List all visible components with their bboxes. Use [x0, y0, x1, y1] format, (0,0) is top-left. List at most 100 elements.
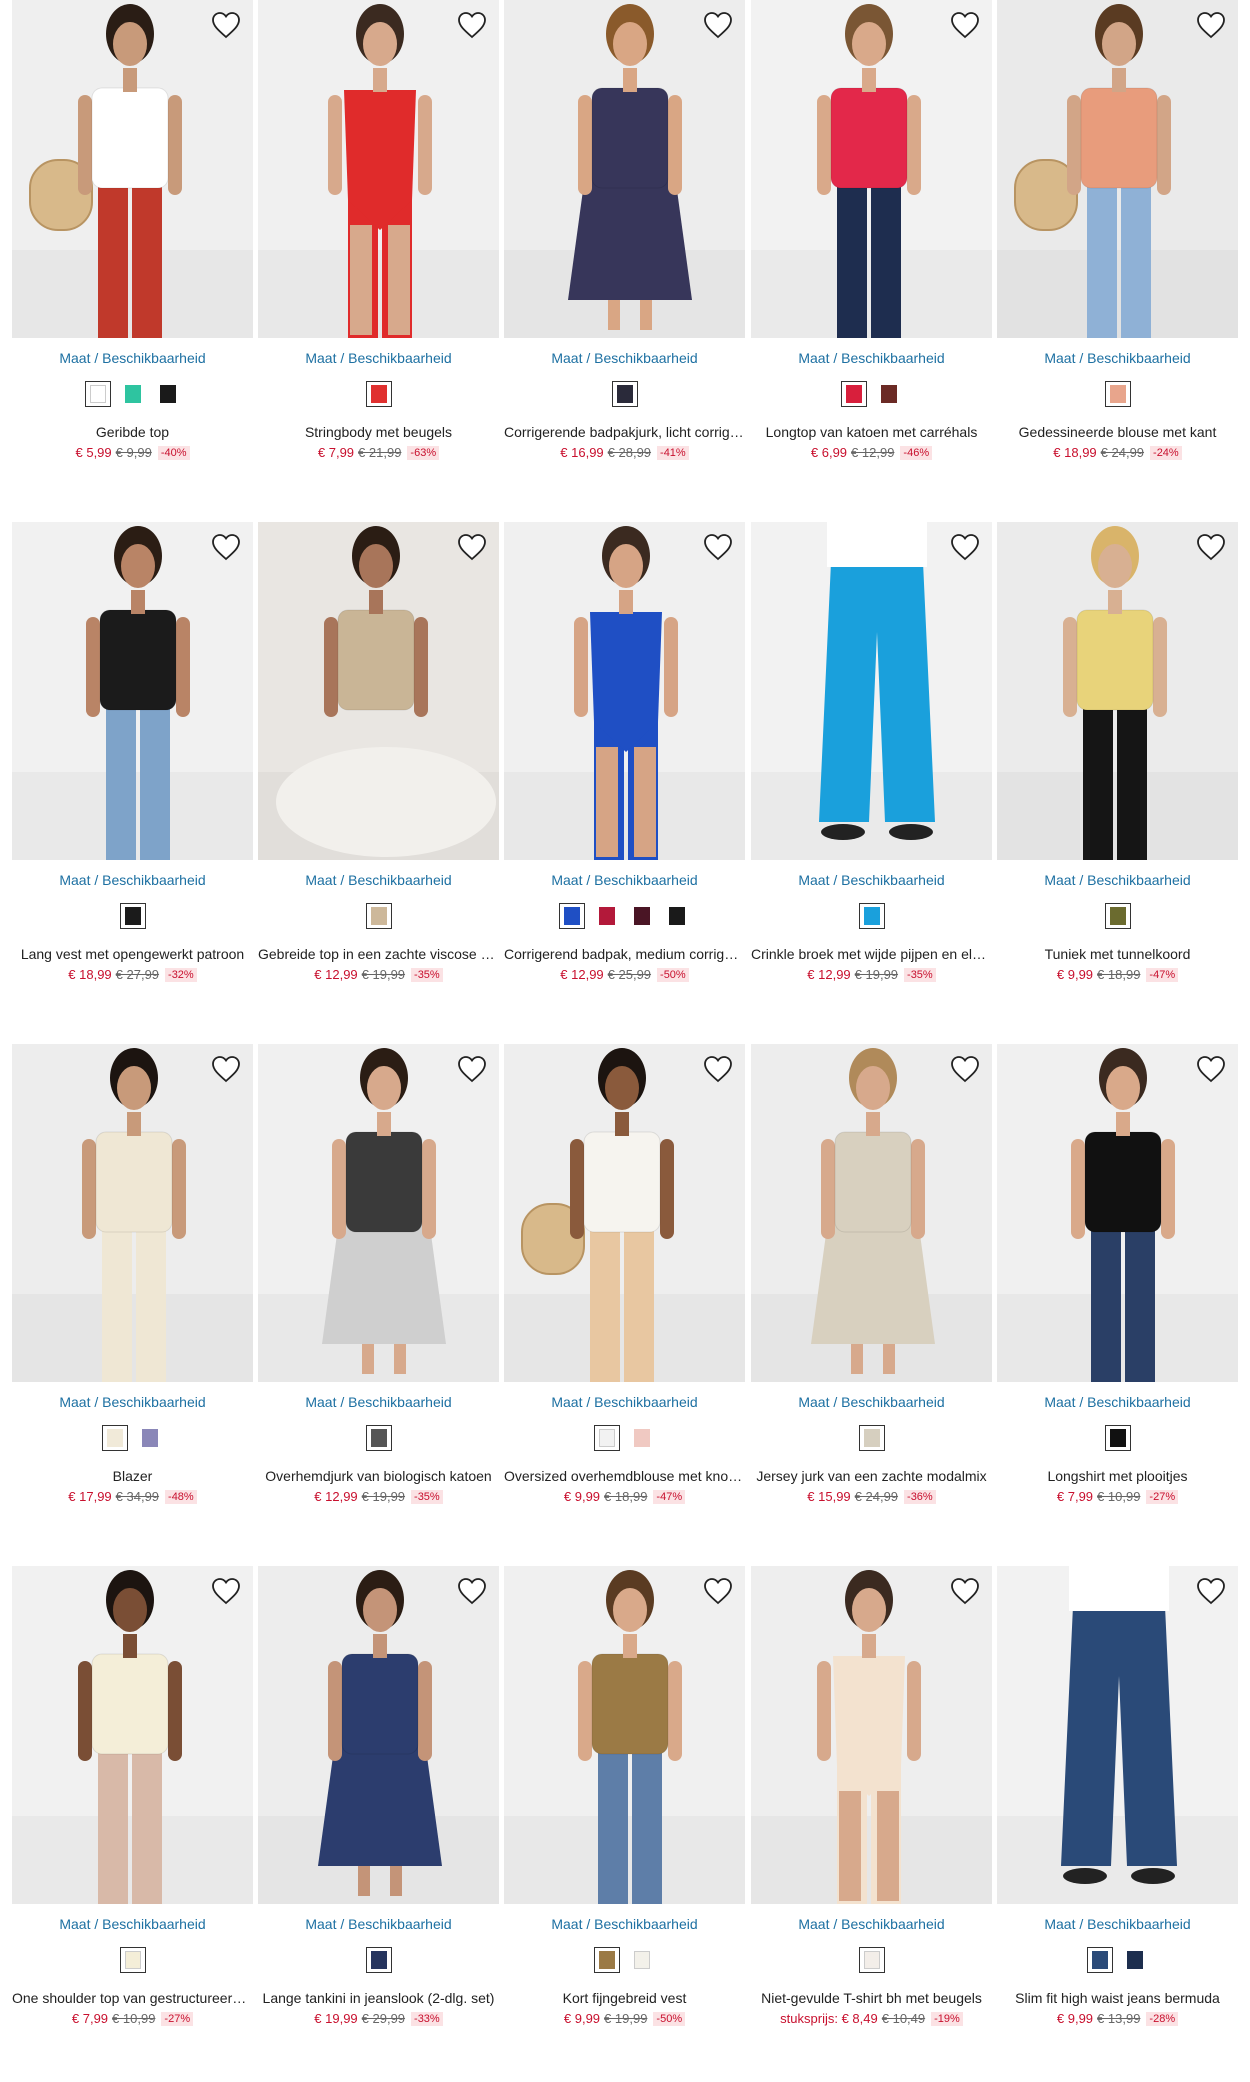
product-card[interactable]: Maat / Beschikbaarheid Gedessineerde blou… — [997, 0, 1238, 480]
product-name[interactable]: Kort fijngebreid vest — [504, 1990, 745, 2006]
color-swatch[interactable] — [664, 903, 690, 929]
product-photo[interactable] — [258, 1566, 499, 1904]
product-photo[interactable] — [751, 0, 992, 338]
product-name[interactable]: Niet-gevulde T-shirt bh met beugels — [751, 1990, 992, 2006]
size-availability-link[interactable]: Maat / Beschikbaarheid — [997, 1916, 1238, 1932]
product-image[interactable] — [12, 522, 253, 860]
heart-icon[interactable] — [949, 1576, 981, 1606]
product-photo[interactable] — [258, 1044, 499, 1382]
size-availability-link[interactable]: Maat / Beschikbaarheid — [751, 872, 992, 888]
product-photo[interactable] — [997, 1044, 1238, 1382]
size-availability-link[interactable]: Maat / Beschikbaarheid — [258, 1916, 499, 1932]
product-image[interactable] — [504, 1044, 745, 1382]
product-image[interactable] — [997, 522, 1238, 860]
color-swatch[interactable] — [365, 903, 392, 929]
product-name[interactable]: Tuniek met tunnelkoord — [997, 946, 1238, 962]
size-availability-link[interactable]: Maat / Beschikbaarheid — [12, 350, 253, 366]
size-availability-link[interactable]: Maat / Beschikbaarheid — [751, 350, 992, 366]
heart-icon[interactable] — [456, 1054, 488, 1084]
product-name[interactable]: Corrigerende badpakjurk, licht corrigere… — [504, 424, 745, 440]
product-name[interactable]: Jersey jurk van een zachte modalmix — [751, 1468, 992, 1484]
product-card[interactable]: Maat / Beschikbaarheid Kort fijngebreid v… — [504, 1566, 745, 2046]
product-name[interactable]: Crinkle broek met wijde pijpen en elasti… — [751, 946, 992, 962]
product-card[interactable]: Maat / Beschikbaarheid Niet-gevulde T-shi… — [751, 1566, 992, 2046]
heart-icon[interactable] — [210, 1576, 242, 1606]
size-availability-link[interactable]: Maat / Beschikbaarheid — [504, 1916, 745, 1932]
product-image[interactable] — [997, 0, 1238, 338]
product-card[interactable]: Maat / Beschikbaarheid Lang vest met open… — [12, 522, 253, 1002]
color-swatch[interactable] — [594, 903, 620, 929]
product-photo[interactable] — [997, 0, 1238, 338]
product-name[interactable]: One shoulder top van gestructureerde sto… — [12, 1990, 253, 2006]
product-card[interactable]: Maat / Beschikbaarheid Crinkle broek met … — [751, 522, 992, 1002]
color-swatch[interactable] — [102, 1425, 128, 1451]
heart-icon[interactable] — [1195, 1576, 1227, 1606]
color-swatch[interactable] — [559, 903, 585, 929]
product-card[interactable]: Maat / Beschikbaarheid Overhemdjurk van b… — [258, 1044, 499, 1524]
product-photo[interactable] — [12, 0, 253, 338]
product-card[interactable]: Maat / Beschikbaarheid Longtop van katoen… — [751, 0, 992, 480]
color-swatch[interactable] — [858, 1425, 885, 1451]
product-photo[interactable] — [12, 522, 253, 860]
heart-icon[interactable] — [456, 10, 488, 40]
product-card[interactable]: Maat / Beschikbaarheid Oversized overhemd… — [504, 1044, 745, 1524]
heart-icon[interactable] — [702, 1054, 734, 1084]
size-availability-link[interactable]: Maat / Beschikbaarheid — [504, 872, 745, 888]
heart-icon[interactable] — [1195, 532, 1227, 562]
product-name[interactable]: Lang vest met opengewerkt patroon — [12, 946, 253, 962]
size-availability-link[interactable]: Maat / Beschikbaarheid — [751, 1916, 992, 1932]
color-swatch[interactable] — [365, 1425, 392, 1451]
color-swatch[interactable] — [365, 381, 392, 407]
heart-icon[interactable] — [949, 10, 981, 40]
product-name[interactable]: Longshirt met plooitjes — [997, 1468, 1238, 1484]
product-name[interactable]: Overhemdjurk van biologisch katoen — [258, 1468, 499, 1484]
product-card[interactable]: Maat / Beschikbaarheid Jersey jurk van ee… — [751, 1044, 992, 1524]
heart-icon[interactable] — [1195, 10, 1227, 40]
heart-icon[interactable] — [210, 532, 242, 562]
product-name[interactable]: Blazer — [12, 1468, 253, 1484]
size-availability-link[interactable]: Maat / Beschikbaarheid — [997, 872, 1238, 888]
product-image[interactable] — [997, 1044, 1238, 1382]
size-availability-link[interactable]: Maat / Beschikbaarheid — [12, 1394, 253, 1410]
product-card[interactable]: Maat / Beschikbaarheid Corrigerende badpa… — [504, 0, 745, 480]
heart-icon[interactable] — [702, 10, 734, 40]
color-swatch[interactable] — [1122, 1947, 1148, 1973]
product-photo[interactable] — [12, 1566, 253, 1904]
product-name[interactable]: Oversized overhemdblouse met knoopsluiti… — [504, 1468, 745, 1484]
product-name[interactable]: Stringbody met beugels — [258, 424, 499, 440]
color-swatch[interactable] — [119, 1947, 146, 1973]
product-card[interactable]: Maat / Beschikbaarheid Slim fit high wais… — [997, 1566, 1238, 2046]
product-name[interactable]: Gedessineerde blouse met kant — [997, 424, 1238, 440]
product-photo[interactable] — [504, 522, 745, 860]
product-image[interactable] — [997, 1566, 1238, 1904]
product-card[interactable]: Maat / Beschikbaarheid Corrigerend badpak… — [504, 522, 745, 1002]
product-card[interactable]: Maat / Beschikbaarheid Geribde top € 5,99 €… — [12, 0, 253, 480]
heart-icon[interactable] — [456, 532, 488, 562]
product-photo[interactable] — [504, 0, 745, 338]
product-photo[interactable] — [504, 1044, 745, 1382]
heart-icon[interactable] — [210, 10, 242, 40]
size-availability-link[interactable]: Maat / Beschikbaarheid — [12, 1916, 253, 1932]
product-image[interactable] — [12, 0, 253, 338]
product-image[interactable] — [751, 1566, 992, 1904]
heart-icon[interactable] — [1195, 1054, 1227, 1084]
product-card[interactable]: Maat / Beschikbaarheid Longshirt met ploo… — [997, 1044, 1238, 1524]
size-availability-link[interactable]: Maat / Beschikbaarheid — [751, 1394, 992, 1410]
color-swatch[interactable] — [876, 381, 902, 407]
product-card[interactable]: Maat / Beschikbaarheid Gebreide top in ee… — [258, 522, 499, 1002]
size-availability-link[interactable]: Maat / Beschikbaarheid — [504, 350, 745, 366]
color-swatch[interactable] — [1104, 381, 1131, 407]
product-image[interactable] — [258, 522, 499, 860]
size-availability-link[interactable]: Maat / Beschikbaarheid — [997, 1394, 1238, 1410]
product-photo[interactable] — [12, 1044, 253, 1382]
color-swatch[interactable] — [1104, 1425, 1131, 1451]
color-swatch[interactable] — [611, 381, 638, 407]
product-image[interactable] — [751, 0, 992, 338]
color-swatch[interactable] — [154, 381, 181, 407]
heart-icon[interactable] — [702, 532, 734, 562]
color-swatch[interactable] — [594, 1425, 620, 1451]
product-name[interactable]: Slim fit high waist jeans bermuda — [997, 1990, 1238, 2006]
product-image[interactable] — [12, 1566, 253, 1904]
product-name[interactable]: Lange tankini in jeanslook (2-dlg. set) — [258, 1990, 499, 2006]
color-swatch[interactable] — [858, 903, 885, 929]
